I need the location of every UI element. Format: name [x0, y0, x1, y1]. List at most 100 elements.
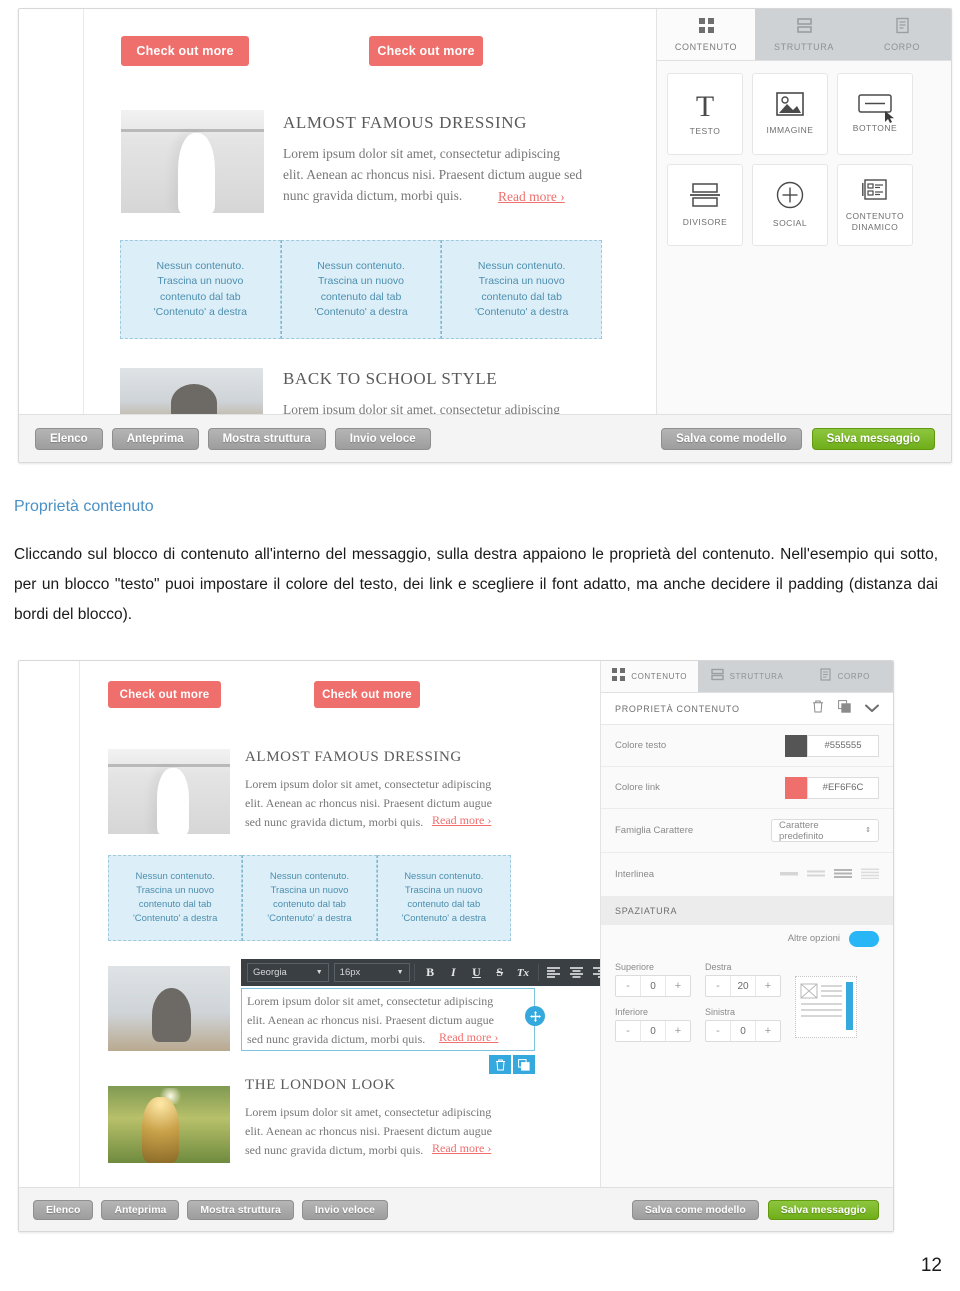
article-image[interactable] — [120, 368, 263, 414]
footer-button-elenco[interactable]: Elenco — [33, 1199, 94, 1220]
block-contenuto-dinamico[interactable]: CONTENUTO DINAMICO — [837, 164, 913, 246]
block-bottone[interactable]: BOTTONE — [837, 73, 913, 155]
footer-button-invio-veloce[interactable]: Invio veloce — [301, 1199, 388, 1220]
padding-stepper-inferiore[interactable]: - 0 + — [615, 1020, 691, 1042]
bold-icon[interactable]: B — [418, 962, 441, 984]
tab-corpo[interactable]: CORPO — [795, 661, 893, 692]
selected-block-link[interactable]: Read more › — [439, 1030, 498, 1045]
line-height-2-icon[interactable] — [807, 866, 825, 884]
block-immagine[interactable]: IMMAGINE — [752, 73, 828, 155]
page-heading: Proprietà contenuto — [14, 498, 154, 515]
article-title: ALMOST FAMOUS DRESSING — [283, 113, 528, 132]
footer-button-mostra-struttura[interactable]: Mostra struttura — [207, 427, 326, 450]
increment-button[interactable]: + — [756, 976, 780, 996]
increment-button[interactable]: + — [756, 1021, 780, 1041]
strikethrough-icon[interactable]: S — [488, 962, 511, 984]
align-left-icon[interactable] — [542, 962, 565, 984]
color-swatch[interactable] — [785, 776, 807, 799]
footer-button-salva-messaggio[interactable]: Salva messaggio — [811, 427, 935, 450]
article-title: BACK TO SCHOOL STYLE — [283, 369, 498, 388]
hex-value-field[interactable]: #EF6F6C — [807, 776, 879, 799]
text-t-icon: T — [695, 89, 715, 123]
padding-value-inferiore[interactable]: 0 — [640, 1021, 666, 1041]
duplicate-icon[interactable] — [838, 699, 851, 718]
align-center-icon[interactable] — [565, 962, 588, 984]
dropzone[interactable]: Nessun contenuto. Trascina un nuovo cont… — [242, 855, 377, 941]
article-read-more-link[interactable]: Read more › — [432, 1141, 491, 1156]
decrement-button[interactable]: - — [706, 976, 730, 996]
block-divisore[interactable]: DIVISORE — [667, 164, 743, 246]
chevron-down-icon[interactable] — [865, 700, 879, 718]
email-canvas-bottom[interactable]: Check out more Check out more ALMOST FAM… — [19, 661, 600, 1187]
decrement-button[interactable]: - — [706, 1021, 730, 1041]
font-family-value: Carattere predefinito — [779, 819, 824, 842]
padding-value-sinistra[interactable]: 0 — [730, 1021, 756, 1041]
article-image[interactable] — [108, 749, 230, 834]
tab-contenuto[interactable]: CONTENUTO — [657, 9, 755, 60]
dropzone[interactable]: Nessun contenuto. Trascina un nuovo cont… — [441, 240, 603, 339]
block-testo[interactable]: T TESTO — [667, 73, 743, 155]
updown-chevron-icon: ⇕ — [865, 827, 871, 834]
underline-icon[interactable]: U — [465, 962, 488, 984]
more-options-toggle[interactable] — [849, 930, 879, 947]
padding-stepper-destra[interactable]: - 20 + — [705, 975, 781, 997]
font-size-select[interactable]: 16px ▼ — [333, 963, 410, 982]
footer-button-invio-veloce[interactable]: Invio veloce — [334, 427, 431, 450]
padding-stepper-sinistra[interactable]: - 0 + — [705, 1020, 781, 1042]
dropzone[interactable]: Nessun contenuto. Trascina un nuovo cont… — [376, 855, 511, 941]
font-family-select[interactable]: Carattere predefinito ⇕ — [771, 819, 879, 842]
block-social[interactable]: SOCIAL — [752, 164, 828, 246]
email-canvas-top[interactable]: Check out more Check out more ALMOST FAM… — [19, 9, 656, 414]
decrement-button[interactable]: - — [616, 1021, 640, 1041]
article-image[interactable] — [121, 110, 264, 213]
dropzone[interactable]: Nessun contenuto. Trascina un nuovo cont… — [120, 240, 281, 339]
article-image[interactable] — [108, 966, 230, 1051]
padding-stepper-superiore[interactable]: - 0 + — [615, 975, 691, 997]
drag-move-handle[interactable] — [525, 1006, 545, 1026]
color-picker-testo[interactable]: #555555 — [785, 734, 879, 757]
font-family-select[interactable]: Georgia ▼ — [247, 963, 329, 982]
tab-corpo[interactable]: CORPO — [853, 9, 951, 60]
article-read-more-link[interactable]: Read more › — [498, 189, 565, 205]
delete-block-button[interactable] — [489, 1055, 511, 1074]
padding-label-inferiore: Inferiore — [615, 1007, 649, 1017]
rich-text-toolbar: Georgia ▼ 16px ▼ B I U S Tx — [241, 959, 600, 986]
line-height-1-icon[interactable] — [780, 866, 798, 884]
dropzone[interactable]: Nessun contenuto. Trascina un nuovo cont… — [108, 855, 243, 941]
cta-button[interactable]: Check out more — [369, 36, 483, 66]
properties-sidebar: CONTENUTO STRUTTURA CORPO PROPRIETÀ CONT… — [600, 661, 893, 1187]
clear-format-icon[interactable]: Tx — [511, 962, 534, 984]
delete-icon[interactable] — [812, 700, 824, 718]
italic-icon[interactable]: I — [442, 962, 465, 984]
tab-contenuto[interactable]: CONTENUTO — [601, 661, 699, 692]
footer-button-mostra-struttura[interactable]: Mostra struttura — [187, 1199, 294, 1220]
article-image[interactable] — [108, 1086, 230, 1163]
color-swatch[interactable] — [785, 734, 807, 757]
property-label: Colore testo — [615, 740, 667, 751]
footer-button-salva-messaggio[interactable]: Salva messaggio — [767, 1199, 879, 1220]
cta-button[interactable]: Check out more — [121, 36, 249, 66]
cta-button[interactable]: Check out more — [108, 681, 221, 708]
padding-value-superiore[interactable]: 0 — [640, 976, 666, 996]
increment-button[interactable]: + — [666, 1021, 690, 1041]
padding-value-destra[interactable]: 20 — [730, 976, 756, 996]
footer-button-elenco[interactable]: Elenco — [35, 427, 103, 450]
footer-button-salva-come-modello[interactable]: Salva come modello — [631, 1199, 759, 1220]
font-family-value: Georgia — [253, 967, 287, 978]
duplicate-block-button[interactable] — [513, 1055, 535, 1074]
cta-button[interactable]: Check out more — [314, 681, 420, 708]
dropzone[interactable]: Nessun contenuto. Trascina un nuovo cont… — [280, 240, 442, 339]
footer-button-salva-come-modello[interactable]: Salva come modello — [661, 427, 802, 450]
color-picker-link[interactable]: #EF6F6C — [785, 776, 879, 799]
hex-value-field[interactable]: #555555 — [807, 734, 879, 757]
align-right-icon[interactable] — [588, 962, 600, 984]
line-height-4-icon[interactable] — [861, 866, 879, 884]
line-height-3-icon[interactable] — [834, 866, 852, 884]
tab-struttura[interactable]: STRUTTURA — [698, 661, 796, 692]
increment-button[interactable]: + — [666, 976, 690, 996]
article-read-more-link[interactable]: Read more › — [432, 813, 491, 828]
footer-button-anteprima[interactable]: Anteprima — [101, 1199, 180, 1220]
tab-struttura[interactable]: STRUTTURA — [755, 9, 853, 60]
decrement-button[interactable]: - — [616, 976, 640, 996]
footer-button-anteprima[interactable]: Anteprima — [111, 427, 199, 450]
